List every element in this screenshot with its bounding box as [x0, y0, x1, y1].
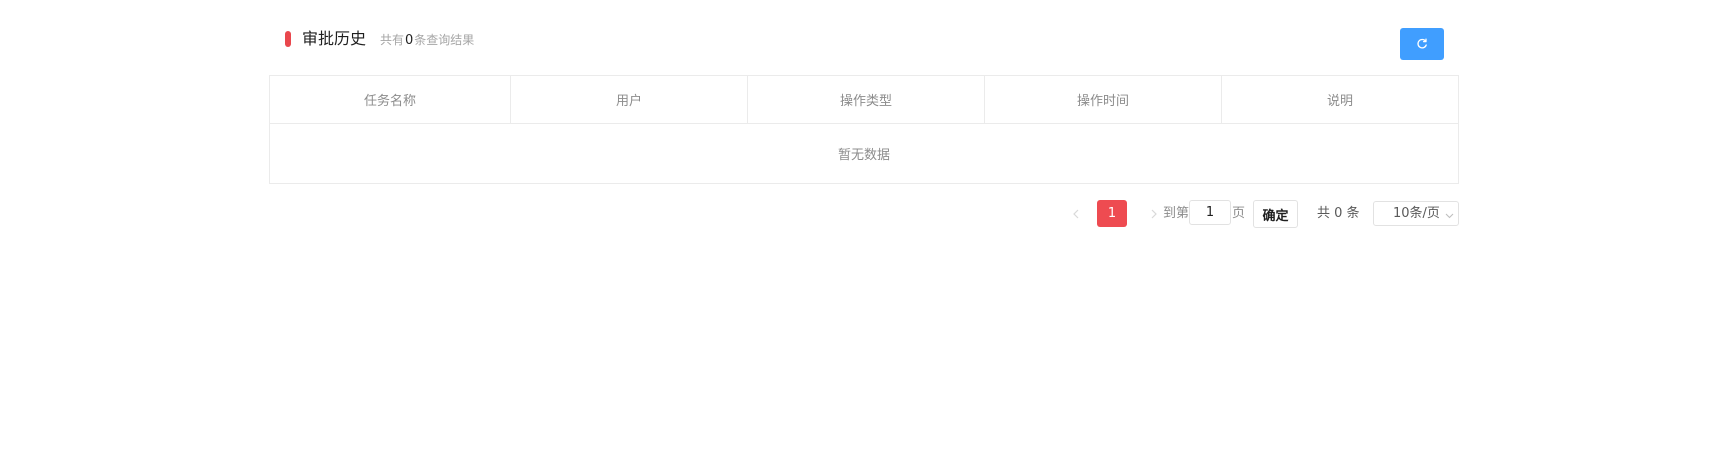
column-header-description: 说明 — [1326, 94, 1353, 109]
refresh-button[interactable] — [1400, 28, 1444, 60]
title-accent-bar — [285, 31, 291, 47]
table-header: 任务名称 用户 操作类型 操作时间 说明 — [270, 76, 1458, 124]
result-count: 共有0条查询结果 — [380, 31, 474, 50]
approval-history-panel: 审批历史 共有0条查询结果 任务名称 用户 操作类型 操作时间 说明 暂无数据 … — [269, 0, 1459, 228]
refresh-icon — [1416, 35, 1428, 54]
page-size-select[interactable]: 10条/页 — [1373, 201, 1459, 226]
column-header-operation-type: 操作类型 — [748, 76, 985, 123]
page-size-value: 10条/页 — [1393, 206, 1440, 221]
result-count-suffix: 条查询结果 — [414, 33, 475, 47]
page-title: 审批历史 — [302, 29, 367, 48]
column-header-operation-time: 操作时间 — [985, 76, 1222, 123]
chevron-right-icon[interactable] — [1146, 205, 1162, 223]
pagination: 1 到第 页 确定 共 0 条 10条/页 — [269, 200, 1459, 228]
goto-page-input[interactable] — [1189, 200, 1231, 225]
page-number-current[interactable]: 1 — [1097, 200, 1127, 227]
chevron-down-icon — [1445, 208, 1454, 223]
goto-page-label: 到第 — [1163, 206, 1190, 221]
approval-history-table: 任务名称 用户 操作类型 操作时间 说明 暂无数据 — [269, 75, 1459, 184]
result-count-value: 0 — [405, 33, 414, 48]
total-count-text: 共 0 条 — [1317, 206, 1360, 221]
confirm-goto-button[interactable]: 确定 — [1253, 200, 1298, 228]
panel-header: 审批历史 共有0条查询结果 — [269, 0, 1459, 75]
chevron-left-icon[interactable] — [1068, 205, 1084, 223]
empty-state-text: 暂无数据 — [837, 148, 890, 163]
column-header-user: 用户 — [511, 76, 748, 123]
column-header-task-name: 任务名称 — [270, 76, 511, 123]
result-count-prefix: 共有 — [380, 33, 405, 47]
page-unit-label: 页 — [1232, 206, 1246, 221]
